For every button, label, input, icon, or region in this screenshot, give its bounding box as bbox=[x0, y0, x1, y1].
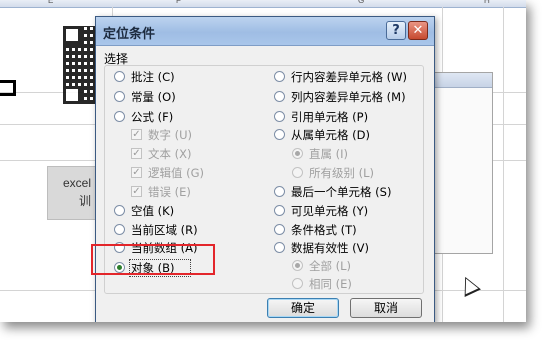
radio-icon[interactable] bbox=[114, 71, 125, 82]
radio-icon[interactable] bbox=[274, 111, 285, 122]
radio-selected-icon[interactable] bbox=[292, 260, 303, 271]
radio-icon[interactable] bbox=[114, 91, 125, 102]
checkbox-icon[interactable]: ✓ bbox=[131, 167, 142, 178]
radio-icon[interactable] bbox=[114, 205, 125, 216]
highlight-annotation-box bbox=[91, 244, 215, 275]
option-label: 全部 (L) bbox=[309, 259, 352, 273]
radio-icon[interactable] bbox=[274, 91, 285, 102]
option-label: 数据有效性 (V) bbox=[291, 241, 369, 255]
option-label: 直属 (I) bbox=[309, 147, 349, 161]
check-label: 数字 (U) bbox=[148, 128, 193, 142]
radio-icon[interactable] bbox=[274, 242, 285, 253]
close-button[interactable]: ✕ bbox=[408, 21, 428, 40]
radio-icon[interactable] bbox=[114, 224, 125, 235]
option-label: 列内容差异单元格 (M) bbox=[291, 90, 406, 104]
radio-icon[interactable] bbox=[274, 205, 285, 216]
background-window bbox=[428, 72, 493, 254]
help-button[interactable]: ? bbox=[386, 21, 406, 40]
option-label: 引用单元格 (P) bbox=[291, 110, 369, 124]
grid-line bbox=[503, 7, 504, 322]
screenshot-frame: E F G H excel 训 定位条件 ? ✕ 选择 批注 (C) 常量 (O… bbox=[0, 0, 526, 322]
option-label: 可见单元格 (Y) bbox=[291, 204, 369, 218]
radio-icon[interactable] bbox=[274, 71, 285, 82]
radio-icon[interactable] bbox=[292, 278, 303, 289]
option-label: 空值 (K) bbox=[131, 204, 175, 218]
option-label: 所有级别 (L) bbox=[309, 166, 375, 180]
dialog-titlebar[interactable]: 定位条件 ? ✕ bbox=[96, 17, 434, 46]
column-header-h[interactable]: H bbox=[484, 0, 490, 5]
checkbox-icon[interactable]: ✓ bbox=[131, 129, 142, 140]
option-label: 相同 (E) bbox=[309, 277, 352, 291]
cancel-button[interactable]: 取消 bbox=[350, 298, 422, 318]
text-box-line-2: 训 bbox=[79, 194, 92, 208]
text-box-line-1: excel bbox=[63, 176, 92, 190]
option-label: 常量 (O) bbox=[131, 90, 176, 104]
dialog-title: 定位条件 bbox=[103, 27, 156, 42]
ok-button[interactable]: 确定 bbox=[267, 298, 339, 318]
option-label: 最后一个单元格 (S) bbox=[291, 185, 392, 199]
column-header-g[interactable]: G bbox=[358, 0, 364, 5]
checkbox-icon[interactable]: ✓ bbox=[131, 148, 142, 159]
check-label: 逻辑值 (G) bbox=[148, 166, 205, 180]
option-label: 条件格式 (T) bbox=[291, 223, 357, 237]
active-cell-border[interactable] bbox=[0, 80, 16, 96]
option-label: 从属单元格 (D) bbox=[291, 128, 370, 142]
radio-icon[interactable] bbox=[274, 129, 285, 140]
check-label: 文本 (X) bbox=[148, 147, 192, 161]
column-header-bar: E F G H bbox=[0, 0, 526, 8]
option-label: 当前区域 (R) bbox=[131, 223, 198, 237]
option-label: 公式 (F) bbox=[131, 110, 174, 124]
option-label: 批注 (C) bbox=[131, 70, 175, 84]
radio-icon[interactable] bbox=[274, 186, 285, 197]
radio-selected-icon[interactable] bbox=[292, 148, 303, 159]
check-label: 错误 (E) bbox=[148, 185, 191, 199]
background-window-titlebar bbox=[429, 73, 492, 88]
column-header-f[interactable]: F bbox=[176, 0, 181, 5]
option-label: 行内容差异单元格 (W) bbox=[291, 70, 407, 84]
checkbox-icon[interactable]: ✓ bbox=[131, 186, 142, 197]
go-to-special-dialog: 定位条件 ? ✕ 选择 批注 (C) 常量 (O) 公式 (F) ✓ 数字 (U… bbox=[95, 16, 435, 322]
radio-icon[interactable] bbox=[292, 167, 303, 178]
radio-icon[interactable] bbox=[274, 224, 285, 235]
column-header-e[interactable]: E bbox=[48, 0, 53, 5]
radio-icon[interactable] bbox=[114, 111, 125, 122]
